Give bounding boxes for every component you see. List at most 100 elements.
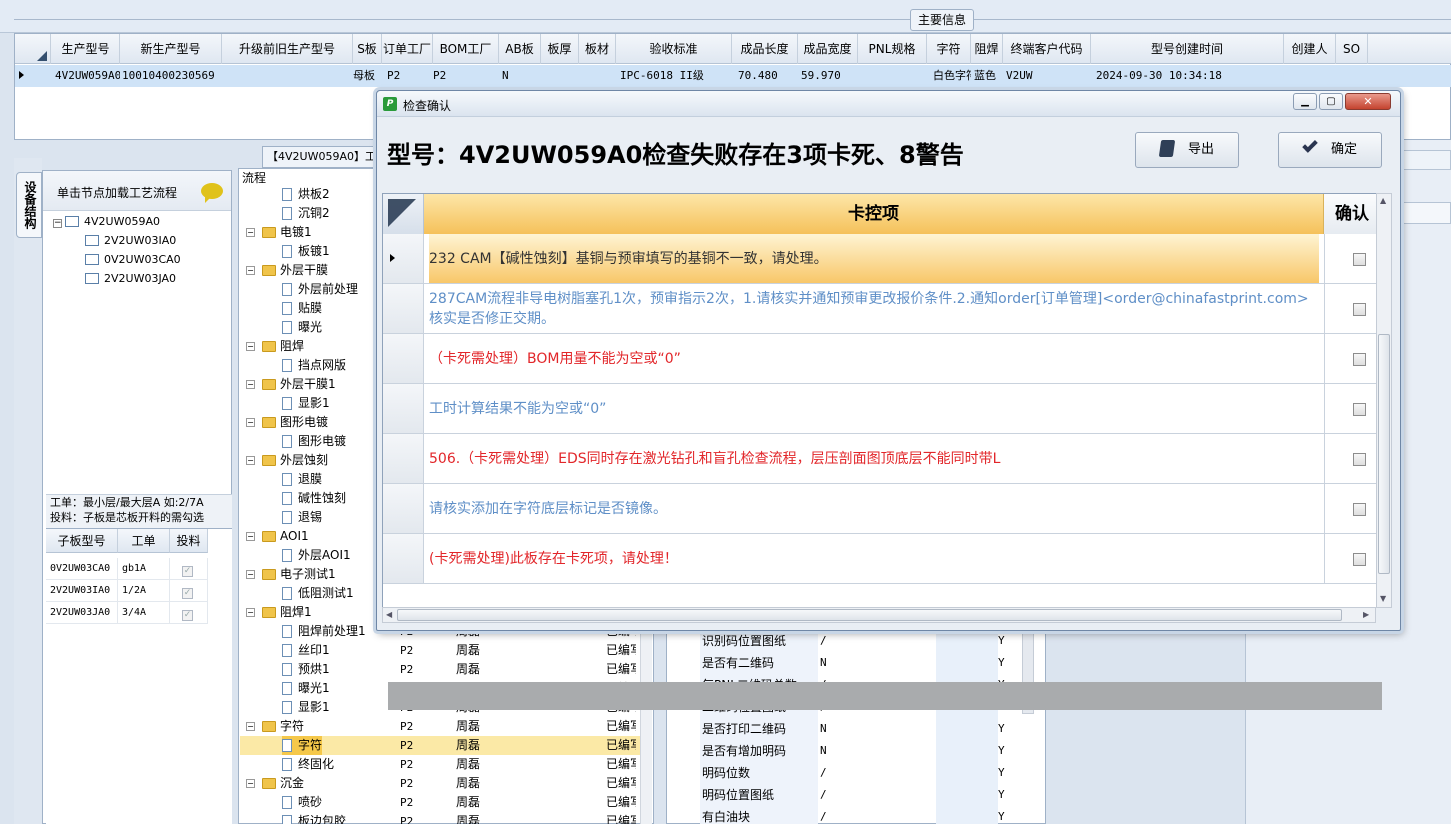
collapse-icon[interactable]: − (246, 418, 255, 427)
col-header[interactable]: 终端客户代码 (1003, 34, 1091, 64)
param-value[interactable]: / (820, 784, 827, 806)
param-value[interactable]: / (820, 806, 827, 824)
collapse-icon[interactable]: − (246, 380, 255, 389)
cell[interactable]: P2 (387, 65, 433, 87)
row-header[interactable] (383, 284, 424, 333)
col-header[interactable]: 成品长度 (732, 34, 798, 64)
row-header[interactable] (383, 384, 424, 433)
param-field[interactable] (936, 806, 998, 824)
cell[interactable]: 4V2UW059A0 (55, 65, 120, 87)
scroll-right-icon[interactable]: ▶ (1363, 610, 1369, 620)
horizontal-scrollbar[interactable]: ◀ ▶ (382, 607, 1376, 623)
check-item-row[interactable]: 506.（卡死需处理）EDS同时存在激光钻孔和盲孔检查流程，层压剖面图顶底层不能… (383, 434, 1380, 484)
subboard-model[interactable]: 0V2UW03CA0 (46, 558, 118, 580)
flow-node[interactable]: 沉金 − P2 周磊 已编写 (240, 774, 652, 793)
check-item-cell[interactable]: 工时计算结果不能为空或“0” (429, 384, 1319, 433)
param-value[interactable]: N (820, 740, 827, 762)
collapse-icon[interactable]: − (246, 456, 255, 465)
check-item-cell[interactable]: （卡死需处理）BOM用量不能为空或“0” (429, 334, 1319, 383)
confirm-checkbox[interactable] (1353, 553, 1366, 566)
cell[interactable]: P2 (433, 65, 499, 87)
col-header[interactable]: 升级前旧生产型号 (222, 34, 353, 64)
check-item-cell[interactable]: 232 CAM【碱性蚀刻】基铜与预审填写的基铜不一致，请处理。 (429, 234, 1319, 283)
param-value[interactable]: N (820, 652, 827, 674)
cell[interactable] (1336, 65, 1368, 87)
row-header[interactable] (383, 234, 424, 283)
col-header[interactable]: AB板 (499, 34, 541, 64)
feed-checkbox[interactable]: ✓ (170, 602, 208, 624)
check-item-row[interactable]: （卡死需处理）BOM用量不能为空或“0” (383, 334, 1380, 384)
flow-scrollbar[interactable] (640, 610, 652, 824)
model-grid-row[interactable]: 4V2UW059A0 10010400230569 母板 P2 P2 N IPC-6018 … (15, 65, 1451, 87)
check-item-row[interactable]: 232 CAM【碱性蚀刻】基铜与预审填写的基铜不一致，请处理。 (383, 234, 1380, 284)
cell[interactable] (222, 65, 353, 87)
tree-child[interactable]: 2V2UW03JA0 (85, 270, 176, 288)
col-subboard-model[interactable]: 子板型号 (46, 529, 118, 553)
check-item-row[interactable]: 287CAM流程非导电树脂塞孔1次，预审指示2次，1.请核实并通知预审更改报价条… (383, 284, 1380, 334)
col-order[interactable]: 工单 (118, 529, 170, 553)
confirm-checkbox[interactable] (1353, 353, 1366, 366)
collapse-icon[interactable]: − (246, 722, 255, 731)
col-header[interactable]: SO (1336, 34, 1368, 64)
param-row[interactable]: 是否有增加明码 N Y (698, 740, 1022, 762)
confirm-checkbox[interactable] (1353, 303, 1366, 316)
flow-node[interactable]: 终固化 P2 周磊 已编写 (240, 755, 652, 774)
scroll-left-icon[interactable]: ◀ (386, 610, 392, 620)
dialog-titlebar[interactable]: P 检查确认 ▁ ▢ ✕ (377, 91, 1400, 117)
check-item-cell[interactable]: (卡死需处理)此板存在卡死项，请处理！ (429, 534, 1319, 583)
col-header[interactable]: 字符 (927, 34, 971, 64)
scroll-thumb[interactable] (1378, 334, 1390, 574)
param-field[interactable] (936, 740, 998, 762)
collapse-icon[interactable]: − (246, 532, 255, 541)
cell[interactable]: 母板 (353, 65, 382, 87)
confirm-checkbox[interactable] (1353, 403, 1366, 416)
scroll-down-icon[interactable]: ▼ (1380, 594, 1386, 604)
col-confirm[interactable]: 确认 (1324, 194, 1380, 234)
cell[interactable] (579, 65, 616, 87)
col-header[interactable]: 生产型号 (52, 34, 120, 64)
param-field[interactable] (936, 784, 998, 806)
check-item-row[interactable]: 工时计算结果不能为空或“0” (383, 384, 1380, 434)
collapse-icon[interactable]: − (246, 266, 255, 275)
flow-tab[interactable]: 【4V2UW059A0】工艺 (262, 146, 380, 168)
col-header[interactable]: BOM工厂 (433, 34, 499, 64)
flow-node[interactable]: 喷砂 P2 周磊 已编写 (240, 793, 652, 812)
scroll-thumb[interactable] (397, 609, 1342, 621)
row-header[interactable] (383, 484, 424, 533)
check-item-cell[interactable]: 287CAM流程非导电树脂塞孔1次，预审指示2次，1.请核实并通知预审更改报价条… (429, 284, 1319, 333)
close-button[interactable]: ✕ (1345, 93, 1391, 110)
param-field[interactable] (936, 630, 998, 652)
col-header[interactable]: 订单工厂 (382, 34, 433, 64)
col-feed[interactable]: 投料 (170, 529, 208, 553)
main-info-tab[interactable]: 主要信息 (910, 9, 974, 31)
collapse-icon[interactable]: − (246, 342, 255, 351)
check-item-row[interactable]: (卡死需处理)此板存在卡死项，请处理！ (383, 534, 1380, 584)
row-header[interactable] (383, 334, 424, 383)
collapse-icon[interactable]: − (246, 228, 255, 237)
row-header[interactable] (383, 534, 424, 583)
flow-node[interactable]: 板边包胶 P2 周磊 已编写 (240, 812, 652, 824)
flow-node[interactable]: 字符 P2 周磊 已编写 (240, 736, 652, 755)
cell[interactable] (858, 65, 927, 87)
param-value[interactable]: / (820, 762, 827, 784)
scroll-up-icon[interactable]: ▲ (1380, 196, 1386, 206)
grid-corner[interactable] (383, 194, 424, 234)
param-row[interactable]: 明码位数 / Y (698, 762, 1022, 784)
minimize-button[interactable]: ▁ (1293, 93, 1317, 110)
tab-equipment-structure[interactable]: 设备结构 (16, 172, 42, 238)
col-header[interactable]: 成品宽度 (798, 34, 858, 64)
param-field[interactable] (936, 652, 998, 674)
export-button[interactable]: 导出 (1135, 132, 1239, 168)
col-header[interactable]: 新生产型号 (120, 34, 222, 64)
check-item-cell[interactable]: 请核实添加在字符底层标记是否镜像。 (429, 484, 1319, 533)
right-tab[interactable] (1401, 150, 1451, 170)
collapse-icon[interactable]: − (246, 570, 255, 579)
param-row[interactable]: 是否打印二维码 N Y (698, 718, 1022, 740)
param-field[interactable] (936, 718, 998, 740)
cell[interactable]: N (502, 65, 541, 87)
confirm-checkbox[interactable] (1353, 453, 1366, 466)
ok-button[interactable]: 确定 (1278, 132, 1382, 168)
confirm-checkbox[interactable] (1353, 503, 1366, 516)
vertical-scrollbar[interactable]: ▲ ▼ (1376, 193, 1392, 608)
col-header[interactable]: 创建人 (1284, 34, 1336, 64)
